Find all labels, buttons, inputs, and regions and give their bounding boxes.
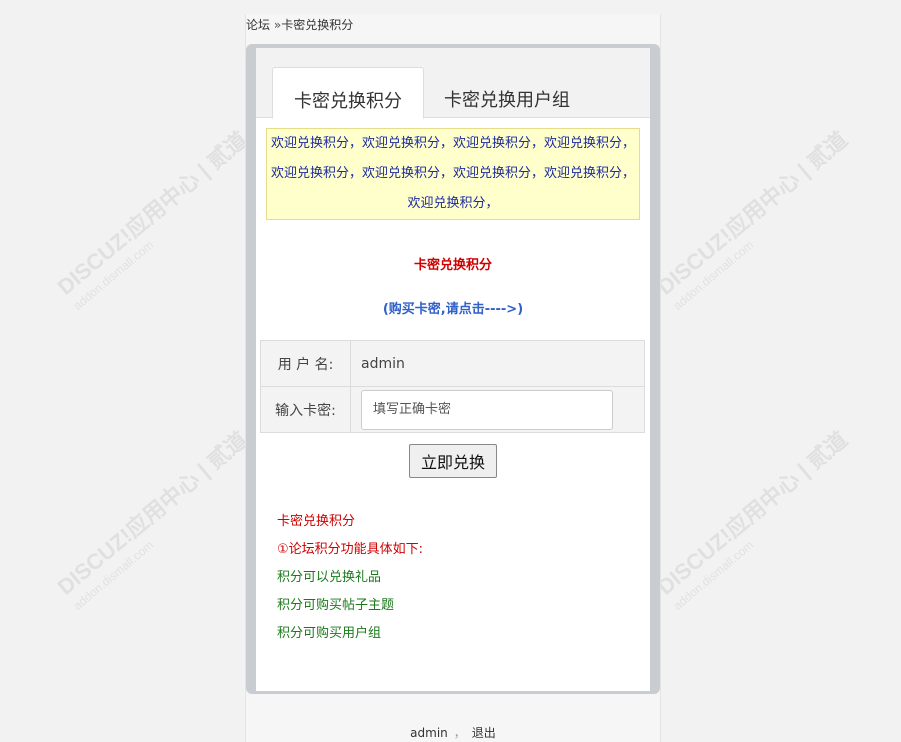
card-code-input[interactable] (361, 389, 613, 430)
watermark: DISCUZ!应用中心 | 贰道 addon.dismall.com (652, 426, 853, 613)
footer: admin ， 退出 (245, 724, 661, 741)
username-row: 用 户 名: admin (260, 340, 645, 387)
watermark: DISCUZ!应用中心 | 贰道 addon.dismall.com (652, 126, 853, 313)
info-section: 卡密兑换积分 ①论坛积分功能具体如下: 积分可以兑换礼品 积分可购买帖子主题 积… (277, 512, 423, 652)
info-item: 积分可以兑换礼品 (277, 570, 382, 585)
watermark: DISCUZ!应用中心 | 贰道 addon.dismall.com (52, 126, 253, 313)
buy-card-link[interactable]: (购买卡密,请点击---->) (256, 298, 650, 317)
breadcrumb-forum-link[interactable]: 论坛 (246, 18, 270, 32)
info-heading: 卡密兑换积分 (277, 514, 356, 529)
username-label: 用 户 名: (260, 340, 351, 387)
notice-box: 欢迎兑换积分，欢迎兑换积分，欢迎兑换积分，欢迎兑换积分，欢迎兑换积分，欢迎兑换积… (266, 128, 640, 220)
breadcrumb-current[interactable]: 卡密兑换积分 (281, 18, 353, 32)
section-title: 卡密兑换积分 (413, 258, 492, 273)
breadcrumb: 论坛 »卡密兑换积分 (246, 16, 353, 33)
tab-exchange-usergroup[interactable]: 卡密兑换用户组 (430, 67, 584, 119)
watermark: DISCUZ!应用中心 | 贰道 addon.dismall.com (52, 426, 253, 613)
info-item: 积分可购买用户组 (277, 626, 382, 641)
card-row: 输入卡密: (260, 386, 645, 433)
info-item: 积分可购买帖子主题 (277, 598, 395, 613)
logout-link[interactable]: 退出 (472, 726, 496, 740)
exchange-now-button[interactable]: 立即兑换 (409, 444, 497, 478)
username-value: admin (350, 340, 645, 387)
card-input-cell (350, 386, 645, 433)
footer-separator: ， (453, 726, 466, 740)
footer-username-link[interactable]: admin (410, 726, 448, 740)
card-label: 输入卡密: (260, 386, 351, 433)
info-subheading: ①论坛积分功能具体如下: (277, 542, 424, 557)
tab-exchange-points[interactable]: 卡密兑换积分 (272, 67, 424, 119)
exchange-form: 用 户 名: admin 输入卡密: (260, 340, 645, 433)
